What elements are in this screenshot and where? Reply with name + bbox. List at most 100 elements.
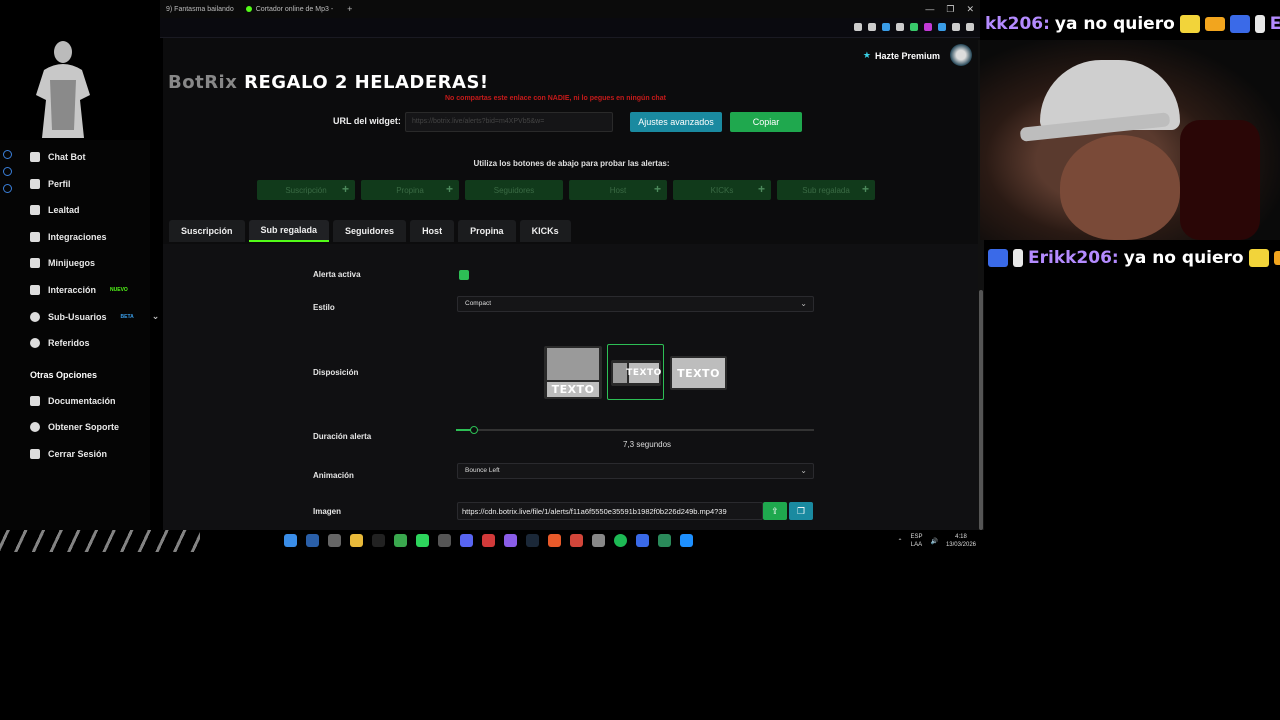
layout-option-inline[interactable]: TEXTO (611, 360, 661, 386)
test-kicks-button[interactable]: KICKs + (673, 180, 771, 200)
browser-tab[interactable]: 9) Fantasma bailando (160, 0, 240, 18)
close-button[interactable]: ✕ (966, 4, 974, 15)
chat-message-bottom: Erikk206: ya no quiero (988, 248, 1280, 268)
image-url-field[interactable]: https://cdn.botrix.live/file/1/alerts/f1… (457, 502, 763, 520)
avatar[interactable] (950, 44, 972, 66)
sidebar-item-label: Integraciones (48, 232, 107, 242)
tab-sub-regalada[interactable]: Sub regalada (248, 220, 330, 242)
new-tab-button[interactable]: + (339, 4, 360, 14)
test-seguidores-button[interactable]: Seguidores (465, 180, 563, 200)
slider-handle[interactable] (470, 426, 478, 434)
layout-label: Disposición (313, 368, 359, 377)
spotify-icon[interactable] (614, 534, 627, 547)
rail-heart-icon[interactable] (3, 150, 12, 159)
browser-tabbar: 9) Fantasma bailando Cortador online de … (160, 0, 980, 18)
extension-green-icon[interactable] (910, 23, 918, 31)
language-indicator[interactable]: ESP LAA (910, 533, 922, 549)
sidebar-item-documentacion[interactable]: Documentación (30, 396, 116, 406)
sidebar-item-integraciones[interactable]: Integraciones (30, 232, 107, 242)
app-icon[interactable] (636, 534, 649, 547)
discord-icon[interactable] (460, 534, 473, 547)
extension-blue-icon[interactable] (938, 23, 946, 31)
chat-text: ya no quiero (1123, 248, 1244, 268)
sidebar-item-perfil[interactable]: Perfil (30, 179, 71, 189)
sidebar-item-soporte[interactable]: Obtener Soporte (30, 422, 119, 432)
chevron-up-icon[interactable]: ⌃ (897, 538, 902, 545)
copy-button[interactable]: Copiar (730, 112, 802, 132)
test-suscripcion-button[interactable]: Suscripción + (257, 180, 355, 200)
bookmark-icon[interactable] (854, 23, 862, 31)
layout-text: TEXTO (626, 363, 661, 383)
chevron-down-icon[interactable]: ⌄ (152, 311, 160, 322)
app-icon[interactable] (570, 534, 583, 547)
page-title: BotRix REGALO 2 HELADERAS! (168, 72, 489, 93)
style-select[interactable]: Compact ⌄ (457, 296, 814, 312)
rail-settings-icon[interactable] (3, 184, 12, 193)
chevron-down-icon: ⌄ (800, 299, 807, 308)
share-icon[interactable] (868, 23, 876, 31)
app-icon[interactable] (658, 534, 671, 547)
alert-active-toggle[interactable] (459, 270, 469, 280)
folder-icon[interactable] (350, 534, 363, 547)
gallery-icon[interactable]: ❐ (789, 502, 813, 520)
sidebar-item-sub-usuarios[interactable]: Sub-Usuarios BETA ⌄ (30, 311, 159, 322)
app-icon[interactable] (504, 534, 517, 547)
maximize-button[interactable]: ❐ (946, 4, 954, 15)
steam-icon[interactable] (526, 534, 539, 547)
opera-icon[interactable] (482, 534, 495, 547)
upload-icon[interactable]: ⇪ (763, 502, 787, 520)
referral-icon (30, 338, 40, 348)
puzzle-icon[interactable] (952, 23, 960, 31)
animation-select[interactable]: Bounce Left ⌄ (457, 463, 814, 479)
whatsapp-icon[interactable] (416, 534, 429, 547)
widget-url-field[interactable]: https://botrix.live/alerts?bid=m4XPVb5&w… (405, 112, 613, 132)
sidebar-item-lealtad[interactable]: Lealtad (30, 205, 80, 215)
terminal-icon[interactable] (372, 534, 385, 547)
volume-icon[interactable]: 🔊 (930, 538, 937, 545)
sidebar-item-referidos[interactable]: Referidos (30, 338, 90, 348)
clock[interactable]: 4:18 13/03/2026 (946, 533, 976, 549)
start-icon[interactable] (284, 534, 297, 547)
duration-slider[interactable] (456, 426, 814, 434)
layout-option-stacked[interactable]: TEXTO (544, 346, 602, 399)
chat-text: ya no quiero (1054, 14, 1175, 34)
sidebar-item-chat-bot[interactable]: Chat Bot (30, 152, 86, 162)
app-icon[interactable] (438, 534, 451, 547)
tab-kicks[interactable]: KICKs (519, 220, 571, 242)
shield-icon[interactable] (882, 23, 890, 31)
scrollbar-thumb[interactable] (979, 290, 983, 530)
app-icon[interactable] (680, 534, 693, 547)
sidebar-item-interaccion[interactable]: Interacción NUEVO (30, 285, 128, 295)
address-bar[interactable] (160, 18, 980, 38)
animation-label: Animación (313, 471, 354, 480)
test-buttons: Suscripción + Propina + Seguidores Host + K… (257, 180, 875, 200)
tab-suscripcion[interactable]: Suscripción (169, 220, 245, 242)
layout-option-overlay[interactable]: TEXTO (670, 356, 727, 390)
tab-host[interactable]: Host (410, 220, 455, 242)
taskview-icon[interactable] (328, 534, 341, 547)
emote-icon (1013, 249, 1023, 267)
brave-icon[interactable] (548, 534, 561, 547)
sidebar-item-minijuegos[interactable]: Minijuegos (30, 258, 95, 268)
sidebar-item-cerrar-sesion[interactable]: Cerrar Sesión (30, 449, 107, 459)
trophy-icon (30, 205, 40, 215)
tab-seguidores[interactable]: Seguidores (333, 220, 407, 242)
test-sub-regalada-button[interactable]: Sub regalada + (777, 180, 875, 200)
test-propina-button[interactable]: Propina + (361, 180, 459, 200)
test-host-button[interactable]: Host + (569, 180, 667, 200)
browser-tab[interactable]: Cortador online de Mp3 - (240, 0, 339, 18)
tab-propina[interactable]: Propina (458, 220, 516, 242)
premium-link[interactable]: ★ Hazte Premium (863, 50, 940, 61)
xbox-icon[interactable] (394, 534, 407, 547)
minimize-button[interactable]: — (925, 4, 934, 15)
advanced-settings-button[interactable]: Ajustes avanzados (630, 112, 722, 132)
heart-icon[interactable] (896, 23, 904, 31)
extension-purple-icon[interactable] (924, 23, 932, 31)
badge-emote-icon (1229, 15, 1250, 33)
badge-emote-icon (988, 249, 1008, 267)
test-button-label: Suscripción (285, 185, 327, 195)
rail-clock-icon[interactable] (3, 167, 12, 176)
obs-icon[interactable] (592, 534, 605, 547)
search-icon[interactable] (306, 534, 319, 547)
menu-icon[interactable] (966, 23, 974, 31)
